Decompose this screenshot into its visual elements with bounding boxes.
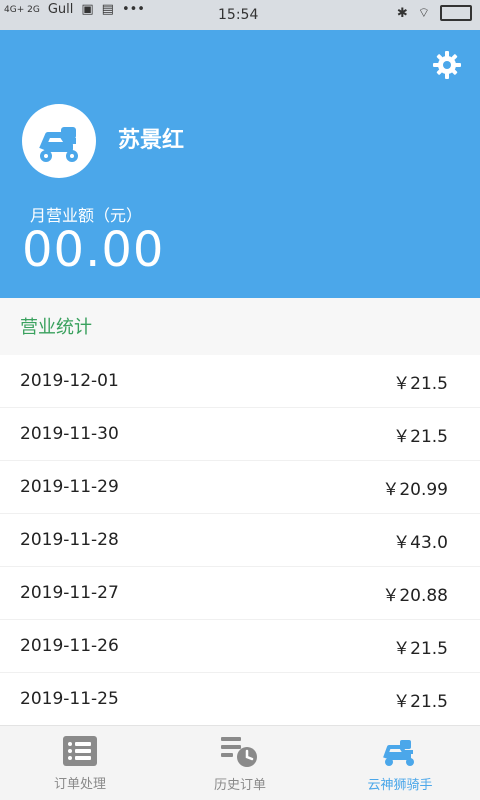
list-item[interactable]: 2019-12-01 ￥21.5 — [0, 355, 480, 408]
row-amount: ￥21.5 — [393, 691, 448, 712]
list-item[interactable]: 2019-11-30 ￥21.5 — [0, 408, 480, 461]
scooter-avatar-icon — [23, 105, 95, 177]
clock: 15:54 — [218, 7, 259, 23]
row-amount: ￥21.5 — [393, 373, 448, 394]
row-date: 2019-11-25 — [20, 689, 119, 709]
network-indicator: 4G+ 2G — [4, 4, 40, 15]
monthly-revenue-value: 00.00 — [22, 222, 165, 278]
row-amount: ￥43.0 — [393, 532, 448, 553]
status-left: 4G+ 2G Gull ▣ ▤ ••• — [4, 2, 145, 17]
tab-label: 订单处理 — [53, 776, 106, 792]
status-right: ✱ ⌔ — [397, 5, 472, 21]
wifi-icon: ⌔ — [417, 6, 430, 21]
row-date: 2019-11-26 — [20, 636, 119, 656]
avatar — [22, 104, 96, 178]
history-icon — [221, 736, 257, 767]
profile-header: 苏景红 月营业额（元） 00.00 — [0, 30, 480, 298]
bluetooth-icon: ✱ — [396, 5, 408, 21]
settings-button[interactable] — [432, 50, 462, 80]
tab-label: 历史订单 — [213, 777, 266, 793]
list-item[interactable]: 2019-11-28 ￥43.0 — [0, 514, 480, 567]
more-status-icon: ••• — [121, 2, 145, 17]
list-item[interactable]: 2019-11-26 ￥21.5 — [0, 620, 480, 673]
tab-rider-profile[interactable]: 云神狮骑手 — [320, 726, 480, 800]
signal-label: Gull — [47, 2, 74, 17]
stats-list: 2019-12-01 ￥21.5 2019-11-30 ￥21.5 2019-11-… — [0, 355, 480, 726]
row-date: 2019-11-28 — [20, 530, 119, 550]
list-item[interactable]: 2019-11-25 ￥21.5 — [0, 673, 480, 726]
status-bar: 4G+ 2G Gull ▣ ▤ ••• 15:54 ✱ ⌔ — [0, 0, 480, 30]
row-amount: ￥20.88 — [382, 585, 448, 606]
scooter-icon — [383, 739, 414, 766]
row-date: 2019-12-01 — [20, 371, 119, 391]
list-icon — [63, 735, 97, 766]
gear-icon — [433, 51, 461, 79]
row-amount: ￥21.5 — [393, 426, 448, 447]
tab-order-processing[interactable]: 订单处理 — [0, 726, 160, 800]
row-date: 2019-11-29 — [20, 477, 119, 497]
row-date: 2019-11-30 — [20, 424, 119, 444]
list-item[interactable]: 2019-11-29 ￥20.99 — [0, 461, 480, 514]
notification-icon: ▣ — [81, 2, 94, 17]
stats-title: 营业统计 — [20, 317, 92, 338]
tab-history-orders[interactable]: 历史订单 — [160, 726, 320, 800]
tab-label: 云神狮骑手 — [367, 777, 433, 793]
battery-icon — [440, 5, 472, 21]
list-item[interactable]: 2019-11-27 ￥20.88 — [0, 567, 480, 620]
row-date: 2019-11-27 — [20, 583, 119, 603]
row-amount: ￥20.99 — [382, 479, 448, 500]
bottom-tab-bar: 订单处理 历史订单 云神狮骑手 — [0, 725, 480, 800]
row-amount: ￥21.5 — [393, 638, 448, 659]
message-icon: ▤ — [101, 2, 114, 17]
user-name: 苏景红 — [118, 128, 185, 153]
